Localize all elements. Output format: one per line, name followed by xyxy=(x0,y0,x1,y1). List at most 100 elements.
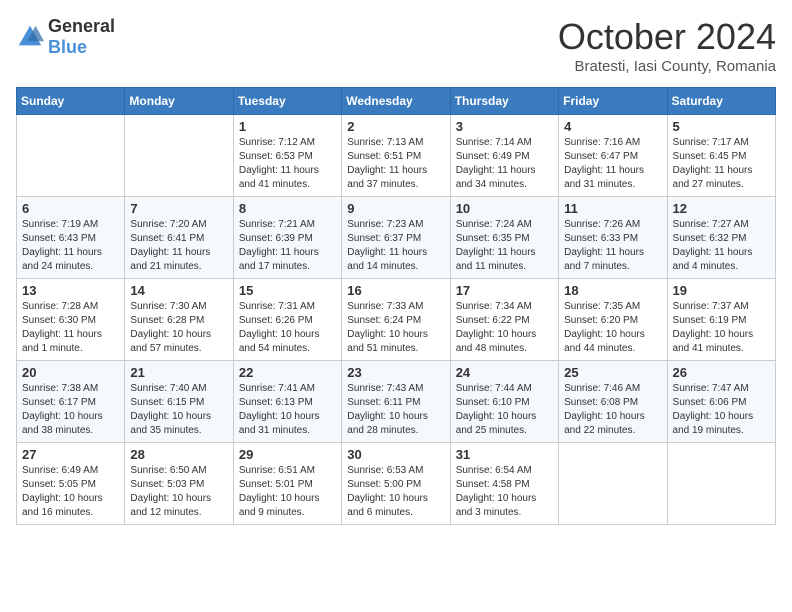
weekday-header: Sunday xyxy=(17,88,125,115)
day-info: Sunrise: 6:53 AM Sunset: 5:00 PM Dayligh… xyxy=(347,464,444,520)
day-number: 28 xyxy=(130,447,227,462)
day-info: Sunrise: 7:12 AM Sunset: 6:53 PM Dayligh… xyxy=(239,136,336,192)
day-info: Sunrise: 7:35 AM Sunset: 6:20 PM Dayligh… xyxy=(564,300,661,356)
calendar-cell: 6 Sunrise: 7:19 AM Sunset: 6:43 PM Daylig… xyxy=(17,197,125,279)
calendar-cell xyxy=(125,115,233,197)
month-title: October 2024 xyxy=(558,16,776,58)
calendar-cell: 23 Sunrise: 7:43 AM Sunset: 6:11 PM Dayli… xyxy=(342,361,450,443)
day-info: Sunrise: 7:31 AM Sunset: 6:26 PM Dayligh… xyxy=(239,300,336,356)
day-info: Sunrise: 7:24 AM Sunset: 6:35 PM Dayligh… xyxy=(456,218,553,274)
logo-blue: Blue xyxy=(48,37,87,57)
day-info: Sunrise: 7:28 AM Sunset: 6:30 PM Dayligh… xyxy=(22,300,119,356)
calendar-week-row: 6 Sunrise: 7:19 AM Sunset: 6:43 PM Daylig… xyxy=(17,197,776,279)
calendar-cell: 20 Sunrise: 7:38 AM Sunset: 6:17 PM Dayli… xyxy=(17,361,125,443)
day-number: 21 xyxy=(130,365,227,380)
day-number: 15 xyxy=(239,283,336,298)
weekday-header: Monday xyxy=(125,88,233,115)
day-number: 4 xyxy=(564,119,661,134)
weekday-header: Tuesday xyxy=(233,88,341,115)
calendar-cell: 26Sunrise: 7:47 AM Sunset: 6:06 PM Dayli… xyxy=(667,361,775,443)
day-number: 10 xyxy=(456,201,553,216)
day-info: Sunrise: 7:43 AM Sunset: 6:11 PM Dayligh… xyxy=(347,382,444,438)
calendar-cell: 14 Sunrise: 7:30 AM Sunset: 6:28 PM Dayli… xyxy=(125,279,233,361)
calendar-cell: 21 Sunrise: 7:40 AM Sunset: 6:15 PM Dayli… xyxy=(125,361,233,443)
day-info: Sunrise: 6:54 AM Sunset: 4:58 PM Dayligh… xyxy=(456,464,553,520)
day-number: 7 xyxy=(130,201,227,216)
calendar-week-row: 27 Sunrise: 6:49 AM Sunset: 5:05 PM Dayli… xyxy=(17,443,776,525)
day-info: Sunrise: 6:50 AM Sunset: 5:03 PM Dayligh… xyxy=(130,464,227,520)
day-number: 24 xyxy=(456,365,553,380)
day-info: Sunrise: 6:51 AM Sunset: 5:01 PM Dayligh… xyxy=(239,464,336,520)
day-number: 9 xyxy=(347,201,444,216)
day-number: 18 xyxy=(564,283,661,298)
day-info: Sunrise: 7:34 AM Sunset: 6:22 PM Dayligh… xyxy=(456,300,553,356)
calendar-cell: 25 Sunrise: 7:46 AM Sunset: 6:08 PM Dayli… xyxy=(559,361,667,443)
calendar-cell: 31 Sunrise: 6:54 AM Sunset: 4:58 PM Dayli… xyxy=(450,443,558,525)
calendar-cell: 10 Sunrise: 7:24 AM Sunset: 6:35 PM Dayli… xyxy=(450,197,558,279)
calendar-cell: 15 Sunrise: 7:31 AM Sunset: 6:26 PM Dayli… xyxy=(233,279,341,361)
calendar-week-row: 20 Sunrise: 7:38 AM Sunset: 6:17 PM Dayli… xyxy=(17,361,776,443)
logo-icon xyxy=(16,23,44,51)
calendar-cell xyxy=(667,443,775,525)
day-number: 29 xyxy=(239,447,336,462)
day-info: Sunrise: 7:30 AM Sunset: 6:28 PM Dayligh… xyxy=(130,300,227,356)
calendar-cell: 18 Sunrise: 7:35 AM Sunset: 6:20 PM Dayli… xyxy=(559,279,667,361)
day-info: Sunrise: 7:13 AM Sunset: 6:51 PM Dayligh… xyxy=(347,136,444,192)
day-number: 25 xyxy=(564,365,661,380)
day-number: 27 xyxy=(22,447,119,462)
logo: General Blue xyxy=(16,16,115,58)
location-title: Bratesti, Iasi County, Romania xyxy=(558,58,776,75)
day-info: Sunrise: 7:38 AM Sunset: 6:17 PM Dayligh… xyxy=(22,382,119,438)
page-header: General Blue October 2024 Bratesti, Iasi… xyxy=(16,16,776,75)
day-number: 5 xyxy=(673,119,770,134)
day-info: Sunrise: 7:17 AM Sunset: 6:45 PM Dayligh… xyxy=(673,136,770,192)
weekday-header: Friday xyxy=(559,88,667,115)
day-info: Sunrise: 7:16 AM Sunset: 6:47 PM Dayligh… xyxy=(564,136,661,192)
day-number: 14 xyxy=(130,283,227,298)
calendar-cell: 29 Sunrise: 6:51 AM Sunset: 5:01 PM Dayli… xyxy=(233,443,341,525)
day-number: 23 xyxy=(347,365,444,380)
day-number: 19 xyxy=(673,283,770,298)
day-info: Sunrise: 7:23 AM Sunset: 6:37 PM Dayligh… xyxy=(347,218,444,274)
day-number: 26 xyxy=(673,365,770,380)
weekday-header: Saturday xyxy=(667,88,775,115)
day-number: 13 xyxy=(22,283,119,298)
day-number: 30 xyxy=(347,447,444,462)
day-info: Sunrise: 7:46 AM Sunset: 6:08 PM Dayligh… xyxy=(564,382,661,438)
calendar-table: SundayMondayTuesdayWednesdayThursdayFrid… xyxy=(16,87,776,525)
day-info: Sunrise: 7:41 AM Sunset: 6:13 PM Dayligh… xyxy=(239,382,336,438)
calendar-cell: 24 Sunrise: 7:44 AM Sunset: 6:10 PM Dayli… xyxy=(450,361,558,443)
day-number: 17 xyxy=(456,283,553,298)
calendar-cell: 19Sunrise: 7:37 AM Sunset: 6:19 PM Dayli… xyxy=(667,279,775,361)
day-number: 2 xyxy=(347,119,444,134)
calendar-cell: 9 Sunrise: 7:23 AM Sunset: 6:37 PM Daylig… xyxy=(342,197,450,279)
day-number: 31 xyxy=(456,447,553,462)
day-info: Sunrise: 6:49 AM Sunset: 5:05 PM Dayligh… xyxy=(22,464,119,520)
calendar-week-row: 1 Sunrise: 7:12 AM Sunset: 6:53 PM Daylig… xyxy=(17,115,776,197)
day-info: Sunrise: 7:19 AM Sunset: 6:43 PM Dayligh… xyxy=(22,218,119,274)
calendar-cell: 30 Sunrise: 6:53 AM Sunset: 5:00 PM Dayli… xyxy=(342,443,450,525)
day-number: 6 xyxy=(22,201,119,216)
day-info: Sunrise: 7:44 AM Sunset: 6:10 PM Dayligh… xyxy=(456,382,553,438)
day-info: Sunrise: 7:40 AM Sunset: 6:15 PM Dayligh… xyxy=(130,382,227,438)
day-number: 22 xyxy=(239,365,336,380)
day-number: 1 xyxy=(239,119,336,134)
calendar-cell: 7 Sunrise: 7:20 AM Sunset: 6:41 PM Daylig… xyxy=(125,197,233,279)
calendar-cell: 22 Sunrise: 7:41 AM Sunset: 6:13 PM Dayli… xyxy=(233,361,341,443)
day-info: Sunrise: 7:14 AM Sunset: 6:49 PM Dayligh… xyxy=(456,136,553,192)
calendar-cell: 4 Sunrise: 7:16 AM Sunset: 6:47 PM Daylig… xyxy=(559,115,667,197)
day-number: 12 xyxy=(673,201,770,216)
calendar-header-row: SundayMondayTuesdayWednesdayThursdayFrid… xyxy=(17,88,776,115)
day-number: 11 xyxy=(564,201,661,216)
day-number: 20 xyxy=(22,365,119,380)
day-number: 8 xyxy=(239,201,336,216)
day-info: Sunrise: 7:33 AM Sunset: 6:24 PM Dayligh… xyxy=(347,300,444,356)
calendar-cell: 28 Sunrise: 6:50 AM Sunset: 5:03 PM Dayli… xyxy=(125,443,233,525)
calendar-cell: 8Sunrise: 7:21 AM Sunset: 6:39 PM Daylig… xyxy=(233,197,341,279)
title-block: October 2024 Bratesti, Iasi County, Roma… xyxy=(558,16,776,75)
day-info: Sunrise: 7:27 AM Sunset: 6:32 PM Dayligh… xyxy=(673,218,770,274)
day-number: 3 xyxy=(456,119,553,134)
calendar-cell: 27 Sunrise: 6:49 AM Sunset: 5:05 PM Dayli… xyxy=(17,443,125,525)
day-info: Sunrise: 7:26 AM Sunset: 6:33 PM Dayligh… xyxy=(564,218,661,274)
day-info: Sunrise: 7:20 AM Sunset: 6:41 PM Dayligh… xyxy=(130,218,227,274)
